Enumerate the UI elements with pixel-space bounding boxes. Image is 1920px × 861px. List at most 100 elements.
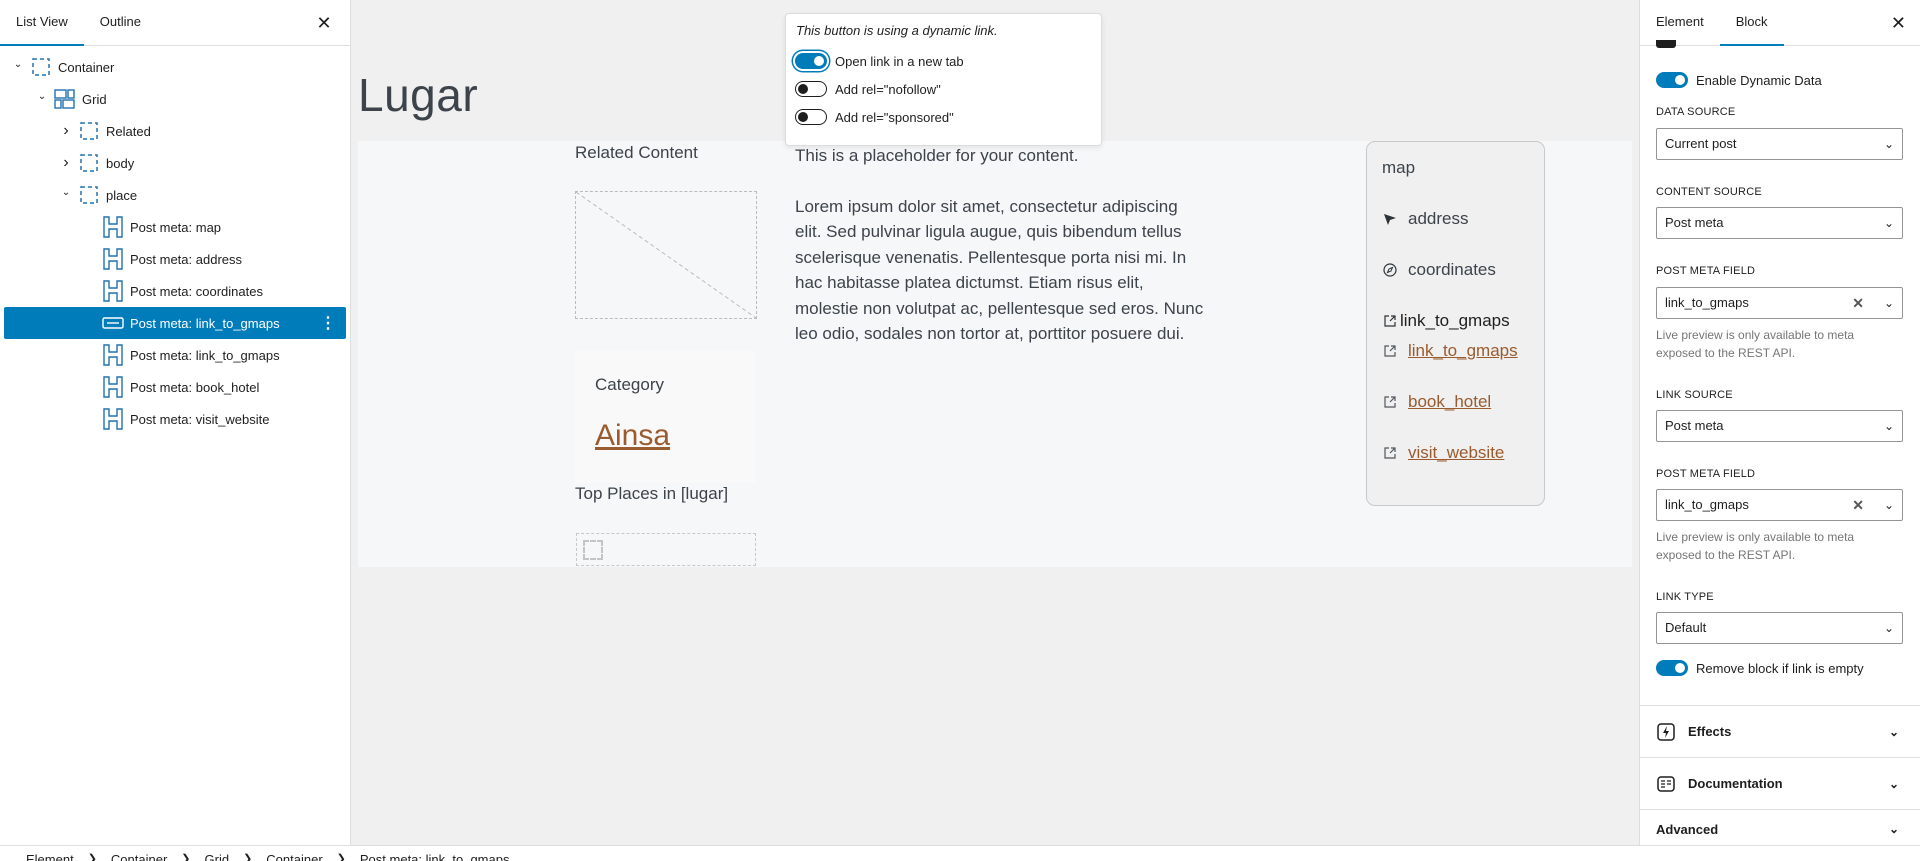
container-placeholder[interactable]	[576, 533, 756, 566]
list-view-item-label: Related	[106, 123, 151, 139]
gmaps-link-row[interactable]: link_to_gmaps	[1382, 341, 1518, 361]
compass-icon	[1382, 262, 1398, 278]
chevron-down-icon: ⌄	[1888, 822, 1899, 836]
list-view-item[interactable]: ⌄ Container	[4, 51, 346, 83]
clear-icon[interactable]: ✕	[1852, 288, 1864, 318]
list-view-item[interactable]: Post meta: link_to_gmaps ⋮	[4, 307, 346, 339]
list-view-item[interactable]: Post meta: link_to_gmaps	[4, 339, 346, 371]
link-meta-field-select[interactable]: link_to_gmaps ✕ ⌄	[1656, 489, 1903, 521]
category-box: Category Ainsa	[575, 351, 755, 483]
sponsored-option[interactable]: Add rel="sponsored"	[795, 109, 954, 125]
list-view-item[interactable]: ⌄ Grid	[4, 83, 346, 115]
advanced-section[interactable]: Advanced ⌄	[1640, 809, 1920, 845]
enable-dynamic-data-row[interactable]: Enable Dynamic Data	[1656, 72, 1822, 88]
list-view-item-label: place	[106, 187, 138, 203]
category-link[interactable]: Ainsa	[595, 419, 670, 453]
chevron-right-icon: ❯	[243, 853, 253, 861]
book-hotel-link[interactable]: book_hotel	[1408, 392, 1491, 412]
chevron-down-icon: ⌄	[1883, 419, 1894, 433]
list-view-item-label: Post meta: book_hotel	[130, 379, 260, 395]
sponsored-toggle[interactable]	[795, 109, 827, 125]
nofollow-option[interactable]: Add rel="nofollow"	[795, 81, 941, 97]
close-icon[interactable]: ✕	[1891, 13, 1906, 33]
book-hotel-row[interactable]: book_hotel	[1382, 392, 1491, 412]
external-link-icon	[1382, 343, 1398, 359]
link-source-value: Post meta	[1665, 418, 1724, 433]
external-link-icon	[1382, 394, 1398, 410]
effects-section[interactable]: Effects ⌄	[1640, 705, 1920, 757]
content-meta-field-value: link_to_gmaps	[1665, 295, 1749, 310]
content-meta-field-select[interactable]: link_to_gmaps ✕ ⌄	[1656, 287, 1903, 319]
list-view-item-label: Post meta: map	[130, 219, 222, 235]
list-view-item[interactable]: Post meta: visit_website	[4, 403, 346, 435]
open-new-tab-option[interactable]: Open link in a new tab	[795, 53, 964, 69]
advanced-label: Advanced	[1656, 821, 1719, 837]
list-view-item[interactable]: Post meta: map	[4, 211, 346, 243]
heading-icon	[102, 280, 124, 302]
chevron-down-icon[interactable]: ⌄	[34, 88, 50, 104]
link-source-select[interactable]: Post meta ⌄	[1656, 410, 1903, 442]
link-type-select[interactable]: Default ⌄	[1656, 612, 1903, 644]
address-row[interactable]: address	[1382, 209, 1468, 229]
list-view-item-label: Post meta: visit_website	[130, 411, 270, 427]
lightning-icon	[1656, 722, 1676, 742]
documentation-section[interactable]: Documentation ⌄	[1640, 757, 1920, 809]
clear-icon[interactable]: ✕	[1852, 490, 1864, 520]
button-icon	[102, 312, 124, 334]
list-view-item[interactable]: › Related	[4, 115, 346, 147]
book-icon	[1656, 774, 1676, 794]
chevron-down-icon[interactable]: ⌄	[58, 184, 74, 200]
content-source-select[interactable]: Post meta ⌄	[1656, 207, 1903, 239]
address-label: address	[1408, 209, 1469, 228]
container-icon	[30, 56, 52, 78]
chevron-right-icon: ❯	[87, 853, 97, 861]
enable-dynamic-data-label: Enable Dynamic Data	[1696, 72, 1822, 88]
breadcrumb-item[interactable]: Element	[26, 853, 74, 861]
image-placeholder[interactable]	[575, 191, 757, 319]
list-view-item[interactable]: Post meta: address	[4, 243, 346, 275]
breadcrumb-item[interactable]: Container	[111, 853, 167, 861]
data-source-select[interactable]: Current post ⌄	[1656, 128, 1903, 160]
breadcrumb-item[interactable]: Post meta: link_to_gmaps	[360, 853, 510, 861]
chevron-right-icon: ❯	[181, 853, 191, 861]
chevron-right-icon[interactable]: ›	[58, 154, 74, 171]
link-type-value: Default	[1665, 620, 1707, 635]
related-content-heading[interactable]: Related Content	[575, 143, 698, 163]
top-places-heading[interactable]: Top Places in [lugar]	[575, 484, 728, 504]
breadcrumb-item[interactable]: Grid	[205, 853, 230, 861]
tab-element[interactable]: Element	[1640, 0, 1720, 46]
nofollow-toggle[interactable]	[795, 81, 827, 97]
chevron-down-icon[interactable]: ⌄	[10, 56, 26, 72]
map-label: map	[1382, 158, 1416, 177]
remove-if-empty-row[interactable]: Remove block if link is empty	[1656, 660, 1864, 676]
visit-website-row[interactable]: visit_website	[1382, 443, 1504, 463]
page-title[interactable]: Lugar	[358, 68, 478, 122]
body-content[interactable]: This is a placeholder for your content. …	[795, 143, 1205, 347]
place-card[interactable]: map address coordinates link_to_gmaps li…	[1366, 141, 1545, 506]
list-view-item-label: Container	[58, 59, 115, 75]
open-new-tab-toggle[interactable]	[795, 53, 827, 69]
list-view-item[interactable]: Post meta: book_hotel	[4, 371, 346, 403]
more-options-icon[interactable]: ⋮	[320, 313, 336, 333]
close-icon[interactable]: ✕	[314, 13, 334, 33]
remove-if-empty-toggle[interactable]	[1656, 660, 1688, 676]
chevron-down-icon: ⌄	[1888, 776, 1899, 791]
list-view-item[interactable]: Post meta: coordinates	[4, 275, 346, 307]
link-meta-help: Live preview is only available to meta e…	[1656, 530, 1855, 562]
grid-block[interactable]: Related Content Category Ainsa Top Place…	[358, 141, 1632, 567]
heading-icon	[102, 344, 124, 366]
enable-dynamic-data-toggle[interactable]	[1656, 72, 1688, 88]
list-view-item[interactable]: › body	[4, 147, 346, 179]
tab-list-view[interactable]: List View	[0, 0, 84, 46]
tab-block[interactable]: Block	[1719, 0, 1784, 46]
map-heading[interactable]: map	[1382, 158, 1415, 178]
tab-outline[interactable]: Outline	[84, 0, 157, 46]
visit-website-link[interactable]: visit_website	[1408, 443, 1504, 463]
chevron-right-icon[interactable]: ›	[58, 122, 74, 139]
coordinates-row[interactable]: coordinates	[1382, 260, 1496, 280]
block-tree: ⌄ Container ⌄ Grid › Related › body ⌄ place Post m…	[0, 46, 350, 435]
gmaps-link[interactable]: link_to_gmaps	[1408, 341, 1518, 361]
list-view-item[interactable]: ⌄ place	[4, 179, 346, 211]
breadcrumb-item[interactable]: Container	[266, 853, 322, 861]
gmaps-button-row[interactable]: link_to_gmaps	[1382, 311, 1510, 331]
